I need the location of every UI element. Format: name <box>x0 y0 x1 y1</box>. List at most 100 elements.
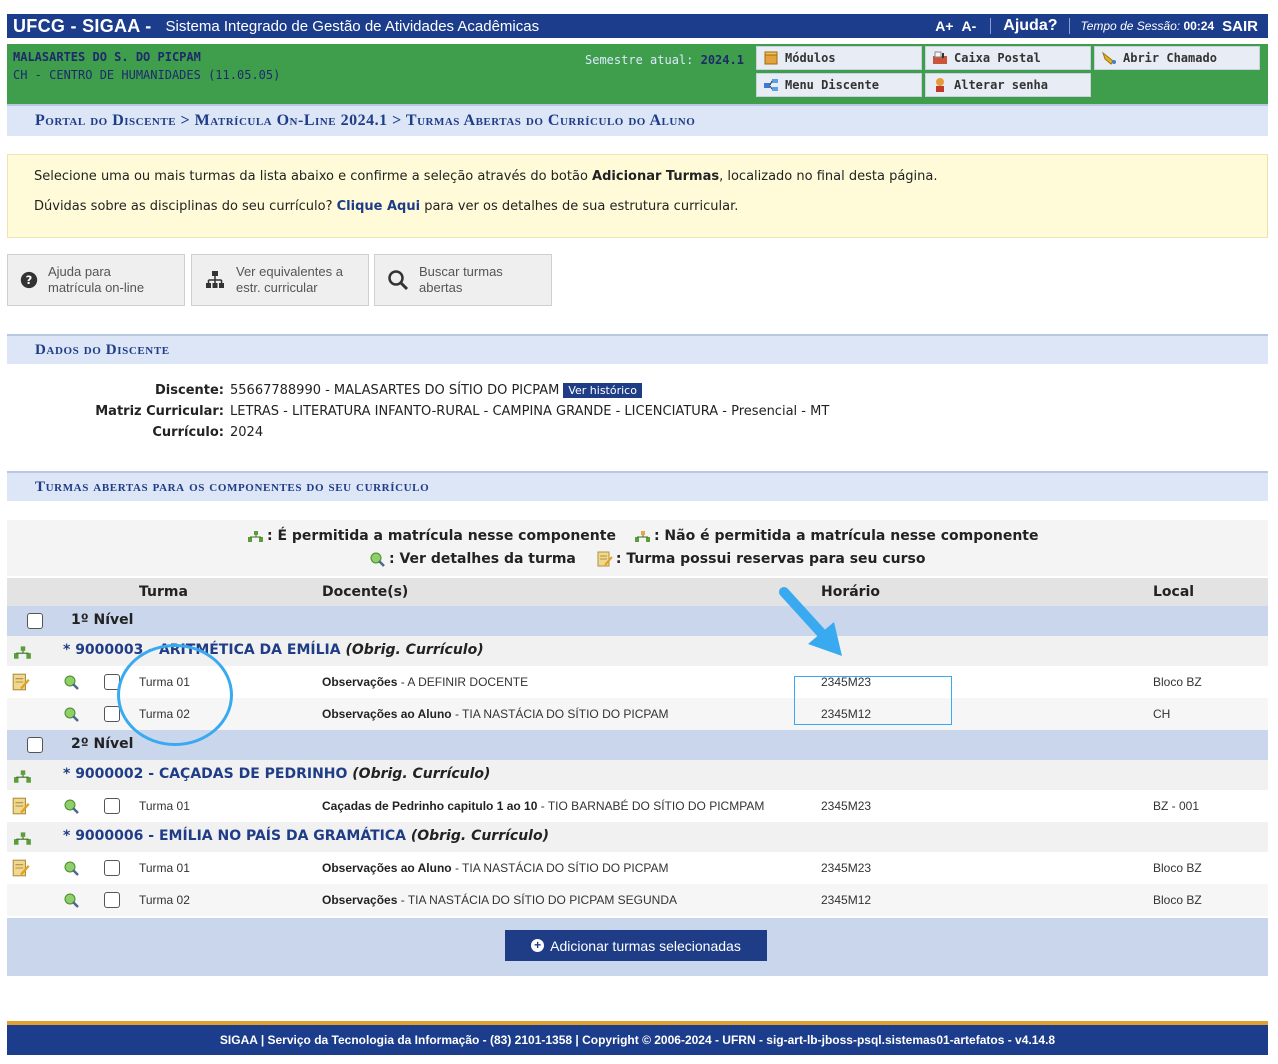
details-icon[interactable] <box>63 860 81 876</box>
instructions-box: Selecione uma ou mais turmas da lista ab… <box>7 154 1268 238</box>
component-row: * 9000002 - CAÇADAS DE PEDRINHO (Obrig. … <box>7 760 1268 790</box>
docente-obs: Caçadas de Pedrinho capitulo 1 ao 10 <box>322 799 538 813</box>
equiv-line: estr. curricular <box>236 280 318 295</box>
matriz-value: LETRAS - LITERATURA INFANTO-RURAL - CAMP… <box>230 404 830 419</box>
student-data-header: Dados do Discente <box>7 334 1268 364</box>
component-code-name: * 9000006 - EMÍLIA NO PAÍS DA GRAMÁTICA <box>63 828 406 844</box>
col-turma: Turma <box>139 584 188 600</box>
alterar-senha-button[interactable]: Alterar senha <box>925 73 1091 97</box>
legend-detalhes: : Ver detalhes da turma <box>389 551 576 567</box>
local-cell: CH <box>1153 707 1171 721</box>
curriculo-label: Currículo: <box>152 425 224 440</box>
instructions-line-1: Selecione uma ou mais turmas da lista ab… <box>34 169 938 184</box>
abrir-chamado-button[interactable]: Abrir Chamado <box>1094 46 1260 70</box>
details-icon[interactable] <box>63 674 81 690</box>
discente-value: 55667788990 - MALASARTES DO SÍTIO DO PIC… <box>230 383 560 398</box>
component-code-name: * 9000002 - CAÇADAS DE PEDRINHO <box>63 766 348 782</box>
search-icon <box>388 270 409 291</box>
alterar-senha-label: Alterar senha <box>954 78 1048 92</box>
level-2-checkbox[interactable] <box>27 737 43 753</box>
equivalents-button[interactable]: Ver equivalentes a estr. curricular <box>191 254 369 306</box>
docente-cell: Observações ao Aluno - TIA NASTÁCIA DO S… <box>322 707 669 721</box>
docente-name: - TIA NASTÁCIA DO SÍTIO DO PICPAM <box>451 707 669 721</box>
clique-aqui-link[interactable]: Clique Aqui <box>337 199 420 214</box>
details-icon[interactable] <box>63 892 81 908</box>
reservation-icon <box>12 673 30 691</box>
instr-text: para ver os detalhes de sua estrutura cu… <box>420 199 739 214</box>
modulos-button[interactable]: Módulos <box>756 46 922 70</box>
session-label: Tempo de Sessão: <box>1080 19 1181 33</box>
system-name: Sistema Integrado de Gestão de Atividade… <box>165 17 540 35</box>
docente-cell: Observações - A DEFINIR DOCENTE <box>322 675 528 689</box>
component-title[interactable]: * 9000006 - EMÍLIA NO PAÍS DA GRAMÁTICA … <box>63 828 549 844</box>
matriz-row: Matriz Curricular: LETRAS - LITERATURA IN… <box>0 404 829 419</box>
docente-name: - TIO BARNABÉ DO SÍTIO DO PICMPAM <box>537 799 765 813</box>
details-icon[interactable] <box>63 798 81 814</box>
docente-cell: Caçadas de Pedrinho capitulo 1 ao 10 - T… <box>322 799 764 813</box>
search-line: abertas <box>419 280 463 295</box>
search-classes-label: Buscar turmas abertas <box>419 264 503 296</box>
horario-cell: 2345M23 <box>821 861 872 875</box>
search-classes-button[interactable]: Buscar turmas abertas <box>374 254 552 306</box>
curriculo-row: Currículo: 2024 <box>0 425 263 440</box>
current-semester: Semestre atual: 2024.1 <box>585 53 744 67</box>
col-local: Local <box>1153 584 1195 600</box>
turma-checkbox[interactable] <box>104 706 120 722</box>
modules-icon <box>764 51 778 65</box>
session-timer: Tempo de Sessão: 00:24 <box>1076 19 1214 33</box>
legend-line-2: : Ver detalhes da turma : Turma possui r… <box>369 551 926 567</box>
user-centro: CH - CENTRO DE HUMANIDADES (11.05.05) <box>13 68 281 82</box>
level-1-checkbox[interactable] <box>27 613 43 629</box>
abrir-chamado-label: Abrir Chamado <box>1123 51 1217 65</box>
enroll-allowed-icon <box>14 770 31 783</box>
open-classes-header: Turmas abertas para os componentes do se… <box>7 471 1268 501</box>
level-row: 1º Nível <box>7 606 1268 636</box>
user-band: MALASARTES DO S. DO PICPAM CH - CENTRO D… <box>7 44 1268 104</box>
modulos-label: Módulos <box>785 51 836 65</box>
docente-name: - A DEFINIR DOCENTE <box>397 675 529 689</box>
menu-discente-button[interactable]: Menu Discente <box>756 73 922 97</box>
user-key-icon <box>936 78 944 92</box>
component-tag: (Obrig. Currículo) <box>345 642 484 658</box>
legend-nao-permitida: : Não é permitida a matrícula nesse comp… <box>653 528 1039 544</box>
top-bar: UFCG - SIGAA - Sistema Integrado de Gest… <box>7 14 1268 38</box>
component-tag: (Obrig. Currículo) <box>410 828 549 844</box>
font-increase-button[interactable]: A+ <box>927 18 961 34</box>
docente-cell: Observações - TIA NASTÁCIA DO SÍTIO DO P… <box>322 893 677 907</box>
search-line: Buscar turmas <box>419 264 503 279</box>
highlight-rectangle <box>794 676 952 725</box>
docente-name: - TIA NASTÁCIA DO SÍTIO DO PICPAM SEGUND… <box>397 893 677 907</box>
session-time: 00:24 <box>1183 19 1215 33</box>
help-enrollment-label: Ajuda para matrícula on-line <box>48 264 144 296</box>
discente-row: Discente: 55667788990 - MALASARTES DO SÍT… <box>0 383 642 398</box>
enroll-denied-icon <box>634 531 650 542</box>
docente-cell: Observações ao Aluno - TIA NASTÁCIA DO S… <box>322 861 669 875</box>
docente-name: - TIA NASTÁCIA DO SÍTIO DO PICPAM <box>451 861 669 875</box>
ver-historico-button[interactable]: Ver histórico <box>563 383 642 398</box>
help-enrollment-button[interactable]: ? Ajuda para matrícula on-line <box>7 254 185 306</box>
component-tag: (Obrig. Currículo) <box>352 766 491 782</box>
reservation-icon <box>597 551 613 567</box>
turma-checkbox[interactable] <box>104 860 120 876</box>
caixa-postal-button[interactable]: Caixa Postal <box>925 46 1091 70</box>
table-row: Turma 01 Observações ao Aluno - TIA NAST… <box>7 852 1268 884</box>
level-label: 2º Nível <box>71 736 134 752</box>
docente-obs: Observações ao Aluno <box>322 707 452 721</box>
turma-checkbox[interactable] <box>104 798 120 814</box>
add-selected-classes-button[interactable]: + Adicionar turmas selecionadas <box>505 930 767 961</box>
turma-checkbox[interactable] <box>104 892 120 908</box>
details-icon[interactable] <box>63 706 81 722</box>
turma-cell: Turma 01 <box>139 861 190 875</box>
logout-button[interactable]: SAIR <box>1214 18 1268 35</box>
instr-text: , localizado no final desta página. <box>719 169 938 184</box>
local-cell: BZ - 001 <box>1153 799 1200 813</box>
table-footer: + Adicionar turmas selecionadas <box>7 918 1268 976</box>
help-link[interactable]: Ajuda? <box>997 17 1063 35</box>
hierarchy-icon <box>206 271 224 288</box>
equivalents-label: Ver equivalentes a estr. curricular <box>236 264 343 296</box>
font-decrease-button[interactable]: A- <box>961 18 984 34</box>
brand-title: UFCG - SIGAA - <box>13 15 152 36</box>
component-title[interactable]: * 9000003 - ARITMÉTICA DA EMÍLIA (Obrig.… <box>63 642 484 658</box>
menu-discente-label: Menu Discente <box>785 78 879 92</box>
component-title[interactable]: * 9000002 - CAÇADAS DE PEDRINHO (Obrig. … <box>63 766 490 782</box>
